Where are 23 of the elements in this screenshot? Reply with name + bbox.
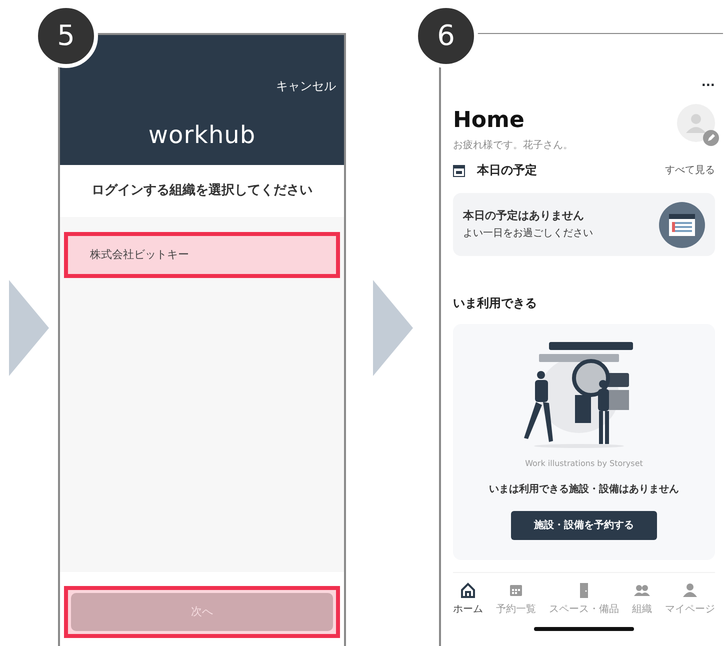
section-title: いま利用できる <box>453 295 538 312</box>
empty-schedule-title: 本日の予定はありません <box>463 208 585 224</box>
tab-item[interactable]: ホーム <box>453 581 483 617</box>
calendar-illustration-icon <box>659 202 705 248</box>
edit-badge-icon[interactable] <box>703 130 719 146</box>
next-arrow-icon <box>9 280 49 376</box>
home-icon <box>459 581 477 599</box>
next-arrow-icon <box>372 280 412 376</box>
empty-facilities-text: いまは利用できる施設・設備はありません <box>489 482 679 497</box>
logo-text: workhub <box>148 120 256 151</box>
person-icon <box>681 581 699 599</box>
empty-schedule-text: よい一日をお過ごしください <box>463 227 593 242</box>
illustration-credit: Work illustrations by Storyset <box>525 458 643 470</box>
organization-item[interactable]: 株式会社ビットキー <box>64 232 340 278</box>
cancel-link[interactable]: キャンセル <box>276 77 344 95</box>
section-title: 本日の予定 <box>477 162 537 179</box>
page-title: ログインする組織を選択してください <box>92 182 312 200</box>
more-menu[interactable]: ... <box>701 76 715 88</box>
home-heading: Home <box>453 108 526 134</box>
reserve-button[interactable]: 施設・設備を予約する <box>511 511 657 540</box>
see-all-link[interactable]: すべて見る <box>665 162 715 178</box>
greeting-text: お疲れ様です。花子さん。 <box>453 138 573 153</box>
calendar-icon <box>453 164 465 176</box>
